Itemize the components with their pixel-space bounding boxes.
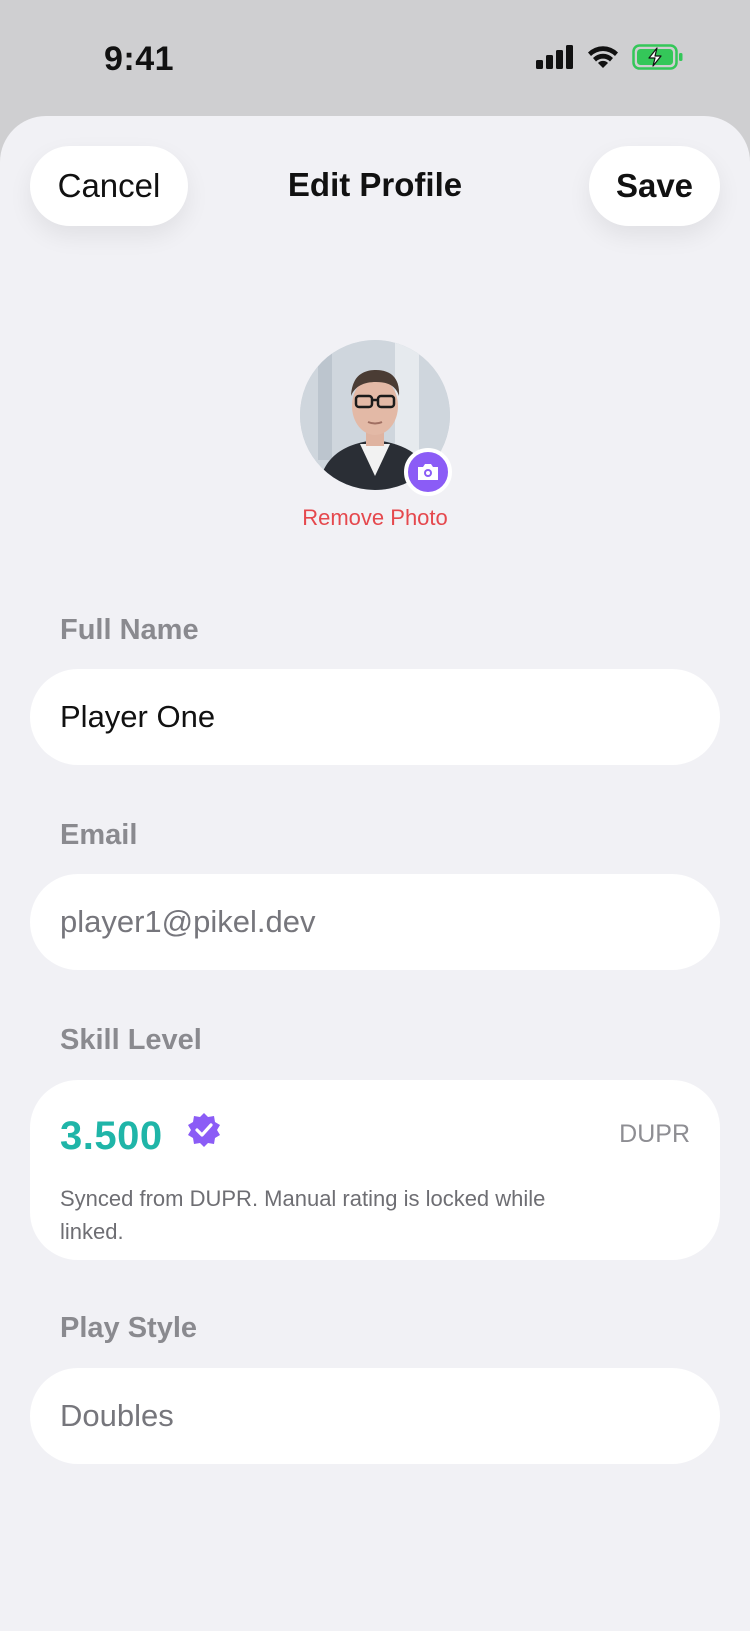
skill-level-label: Skill Level <box>60 1024 202 1056</box>
play-style-label: Play Style <box>60 1312 198 1344</box>
full-name-value: Player One <box>60 699 216 734</box>
skill-level-card: 3.500 DUPR Synced from DUPR. Manual rati… <box>30 1080 720 1260</box>
verified-badge-icon <box>188 1113 220 1147</box>
change-photo-button[interactable] <box>404 448 452 496</box>
profile-photo[interactable] <box>300 340 455 496</box>
signal-icon <box>536 45 573 69</box>
edit-profile-sheet: Cancel Edit Profile Save Remove Photo Fu… <box>0 116 750 1631</box>
email-value: player1@pikel.dev <box>60 904 316 939</box>
full-name-label: Full Name <box>60 614 199 646</box>
status-time: 9:41 <box>104 40 175 78</box>
remove-photo-button[interactable]: Remove Photo <box>0 505 750 531</box>
wifi-icon <box>588 46 618 68</box>
battery-charging-icon <box>632 44 683 70</box>
status-bar: 9:41 <box>0 0 750 116</box>
rating-source-tag: DUPR <box>619 1120 690 1148</box>
play-style-field[interactable]: Doubles <box>30 1368 720 1464</box>
save-button[interactable]: Save <box>589 146 720 226</box>
camera-icon <box>418 464 438 480</box>
email-label: Email <box>60 819 138 851</box>
skill-sync-note: Synced from DUPR. Manual rating is locke… <box>60 1186 546 1244</box>
full-name-field[interactable]: Player One <box>30 669 720 765</box>
email-field[interactable]: player1@pikel.dev <box>30 874 720 970</box>
skill-rating-value: 3.500 <box>60 1114 163 1158</box>
status-icons <box>536 44 684 70</box>
play-style-value: Doubles <box>60 1398 174 1433</box>
